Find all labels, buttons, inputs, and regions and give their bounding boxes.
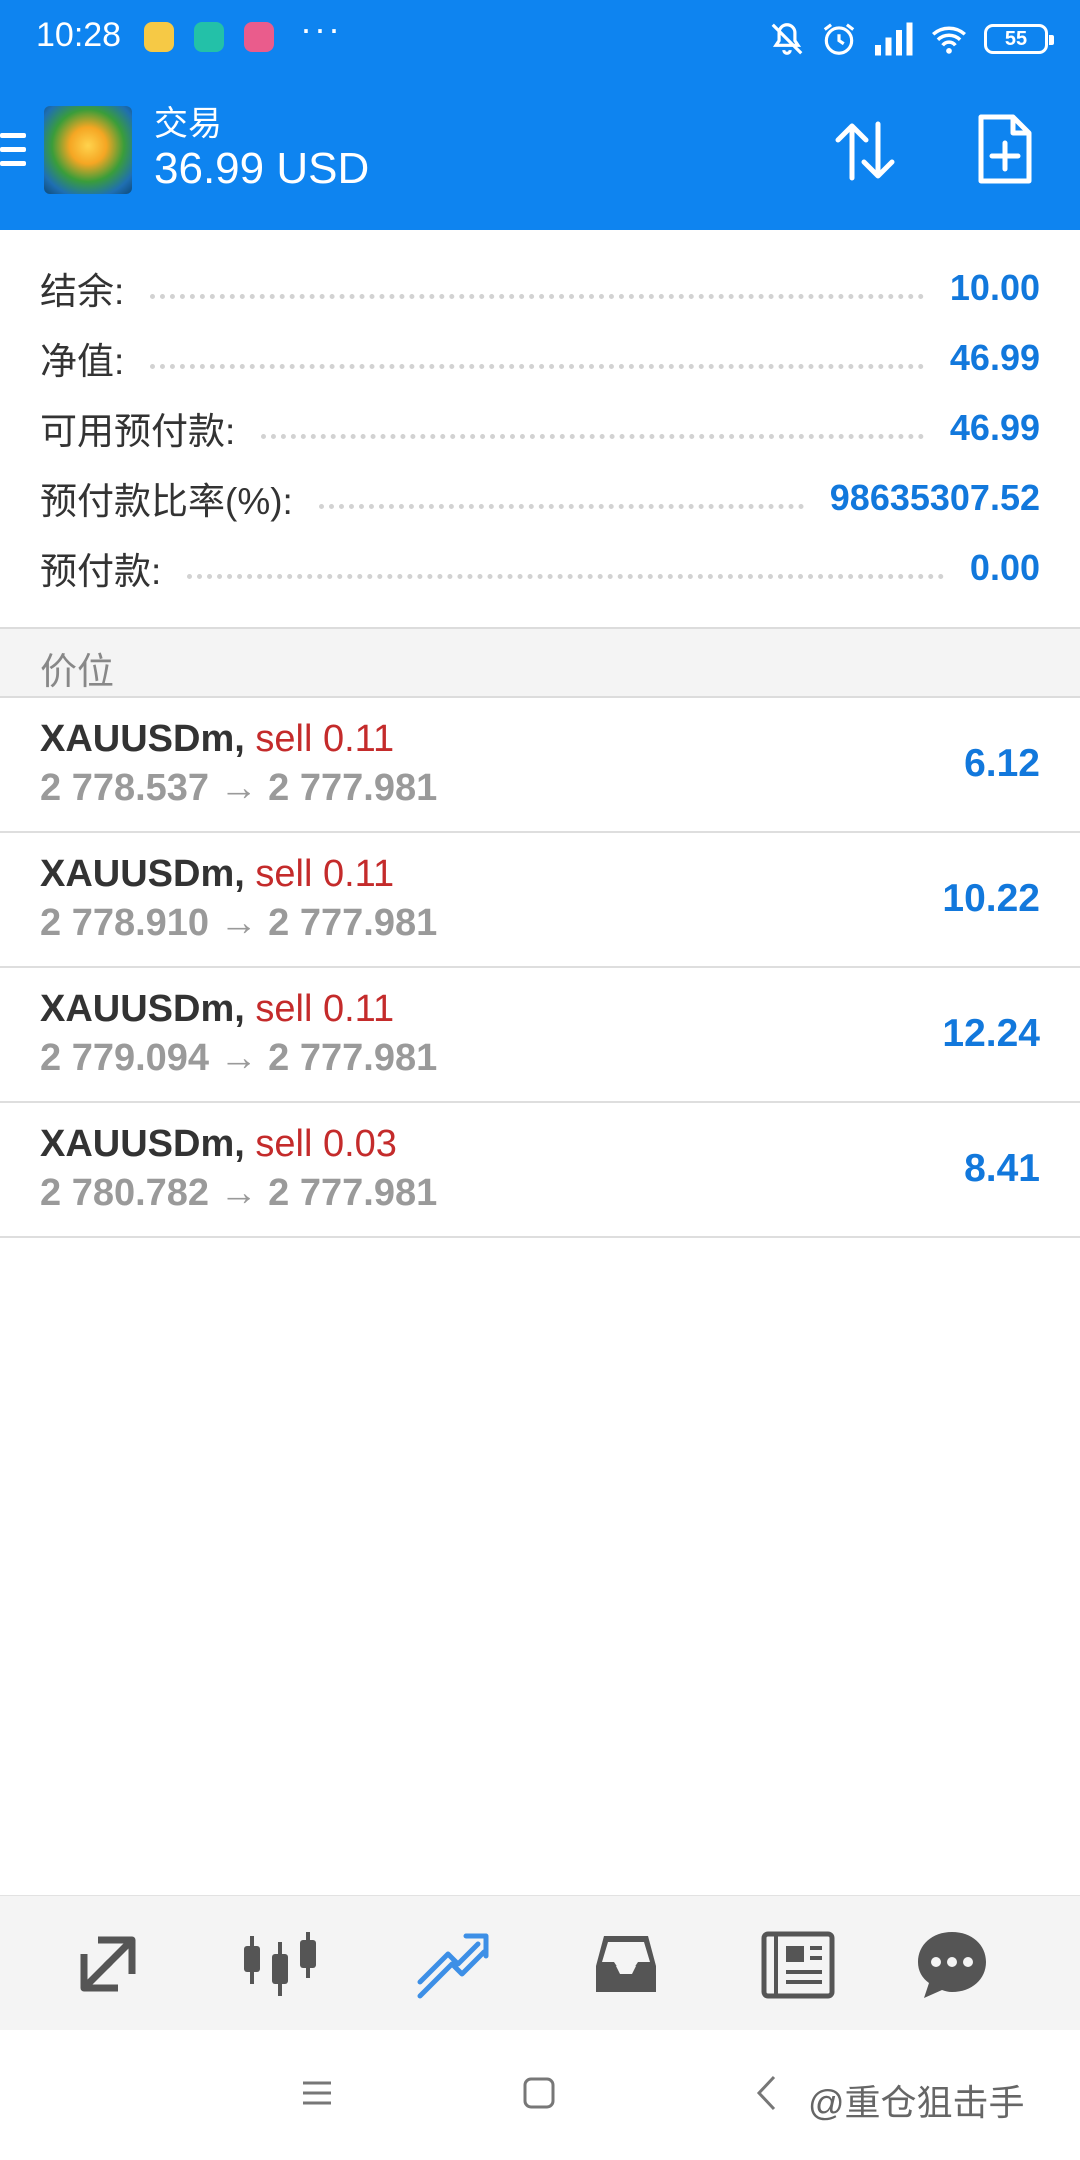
history-icon[interactable] (586, 1926, 666, 2002)
wifi-icon (932, 26, 966, 54)
dotted-leader (261, 433, 924, 439)
position-prices: 2 779.094 → 2 777.981 (40, 1037, 438, 1079)
battery-level: 55 (1004, 27, 1028, 50)
position-prices: 2 778.910 → 2 777.981 (40, 902, 438, 944)
position-row[interactable]: XAUUSDm, sell 0.11 2 778.910 → 2 777.981… (0, 833, 1080, 968)
account-summary: 结余: 10.00 净值: 46.99 可用预付款: 46.99 预付款比率(%… (0, 230, 1080, 627)
new-order-icon[interactable] (975, 113, 1035, 185)
positions-list: XAUUSDm, sell 0.11 2 778.537 → 2 777.981… (0, 698, 1080, 1238)
notification-shield-app-icon (194, 22, 224, 52)
position-profit: 12.24 (942, 1012, 1040, 1055)
position-direction: sell 0.11 (255, 853, 395, 895)
page-title: 交易 (154, 105, 222, 143)
position-symbol: XAUUSDm, (40, 988, 245, 1030)
dotted-leader (150, 293, 924, 299)
position-profit: 8.41 (964, 1147, 1040, 1190)
status-bar: 10:28 ··· 55 (0, 0, 1080, 78)
summary-row-balance: 结余: 10.00 (40, 260, 1040, 316)
status-icons: 55 (768, 14, 1054, 64)
position-row[interactable]: XAUUSDm, sell 0.11 2 778.537 → 2 777.981… (0, 698, 1080, 833)
position-header: XAUUSDm, sell 0.11 (40, 988, 394, 1031)
position-header: XAUUSDm, sell 0.11 (40, 853, 394, 896)
position-header: XAUUSDm, sell 0.03 (40, 1123, 397, 1166)
summary-label: 可用预付款: (40, 411, 236, 452)
metatrader-logo (44, 106, 132, 194)
home-icon[interactable] (522, 2076, 556, 2110)
position-row[interactable]: XAUUSDm, sell 0.11 2 779.094 → 2 777.981… (0, 968, 1080, 1103)
notification-chat-app-icon (144, 22, 174, 52)
account-balance: 36.99 USD (154, 144, 370, 193)
position-prices: 2 780.782 → 2 777.981 (40, 1172, 438, 1214)
position-profit: 6.12 (964, 742, 1040, 785)
summary-label: 净值: (40, 341, 125, 382)
notification-calendar-app-icon (244, 22, 274, 52)
more-notifications-icon: ··· (300, 8, 342, 49)
battery-icon: 55 (984, 24, 1054, 54)
position-direction: sell 0.03 (255, 1123, 397, 1165)
summary-value: 98635307.52 (829, 477, 1040, 518)
summary-label: 预付款: (40, 551, 162, 592)
bottom-navigation (0, 1895, 1080, 2030)
positions-section-header: 价位 (0, 627, 1080, 698)
back-icon[interactable] (754, 2074, 778, 2112)
position-direction: sell 0.11 (255, 988, 395, 1030)
summary-label: 预付款比率(%): (40, 481, 293, 522)
dotted-leader (318, 503, 804, 509)
section-title: 价位 (40, 651, 114, 692)
trade-icon[interactable] (412, 1926, 492, 2002)
summary-row-free-margin: 可用预付款: 46.99 (40, 400, 1040, 456)
dotted-leader (187, 573, 944, 579)
position-symbol: XAUUSDm, (40, 718, 245, 760)
position-symbol: XAUUSDm, (40, 853, 245, 895)
summary-value: 46.99 (949, 407, 1040, 448)
chat-icon[interactable] (912, 1926, 992, 2002)
position-prices: 2 778.537 → 2 777.981 (40, 767, 438, 809)
position-header: XAUUSDm, sell 0.11 (40, 718, 394, 761)
summary-row-equity: 净值: 46.99 (40, 330, 1040, 386)
quotes-icon[interactable] (68, 1926, 148, 2002)
summary-value: 46.99 (949, 337, 1040, 378)
recent-apps-icon[interactable] (300, 2076, 334, 2110)
position-row[interactable]: XAUUSDm, sell 0.03 2 780.782 → 2 777.981… (0, 1103, 1080, 1238)
summary-value: 0.00 (969, 547, 1040, 588)
mute-icon (771, 23, 803, 55)
signal-icon (875, 22, 913, 56)
watermark-text: @重仓狙击手 (808, 2082, 1025, 2123)
chart-icon[interactable] (240, 1926, 320, 2002)
summary-label: 结余: (40, 271, 125, 312)
sort-icon[interactable] (830, 116, 900, 186)
summary-row-margin-level: 预付款比率(%): 98635307.52 (40, 470, 1040, 526)
app-toolbar: 交易 36.99 USD (0, 78, 1080, 230)
news-icon[interactable] (758, 1926, 838, 2002)
position-profit: 10.22 (942, 877, 1040, 920)
summary-value: 10.00 (949, 267, 1040, 308)
position-direction: sell 0.11 (255, 718, 395, 760)
position-symbol: XAUUSDm, (40, 1123, 245, 1165)
dotted-leader (150, 363, 924, 369)
summary-row-margin: 预付款: 0.00 (40, 540, 1040, 596)
system-navigation-bar: @重仓狙击手 (0, 2030, 1080, 2160)
alarm-icon (823, 23, 855, 55)
menu-icon[interactable] (0, 133, 26, 175)
status-time: 10:28 (36, 16, 122, 54)
